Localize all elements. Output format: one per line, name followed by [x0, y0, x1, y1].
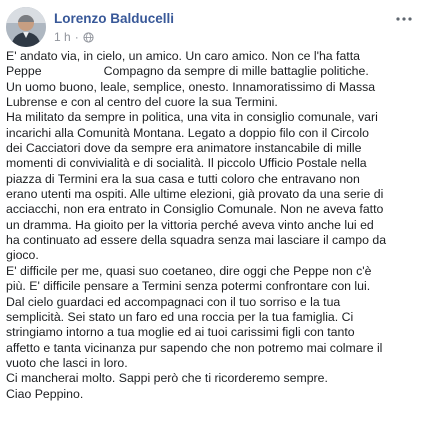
redacted-text: [42, 65, 104, 75]
post-line: un dramma. Ha gioito per la vittoria per…: [6, 217, 374, 232]
post-line: piazza di Termini era la sua casa e tutt…: [6, 171, 360, 186]
post-line: Ha militato da sempre in politica, una v…: [6, 110, 378, 125]
post-line: affetto e tanta vicinanza pur sapendo ch…: [6, 340, 383, 355]
post-timestamp[interactable]: 1 h: [54, 30, 71, 44]
post-line: ha continuato ad essere della squadra se…: [6, 233, 387, 248]
post-line-start[interactable]: Peppe: [6, 64, 42, 78]
post-header: Lorenzo Balducelli 1 h ·: [6, 6, 417, 47]
post-line-end: Compagno da sempre di mille battaglie po…: [103, 64, 369, 79]
facebook-post: Lorenzo Balducelli 1 h · E' andato via, …: [0, 0, 423, 445]
post-line: vuoto che lasci in loro.: [6, 355, 128, 370]
post-line: Dal cielo guardaci ed accompagnaci con i…: [6, 294, 341, 309]
post-line: semplicità. Sei stato un faro ed una roc…: [6, 309, 354, 324]
post-line: gioco.: [6, 248, 39, 263]
post-line: dei Cacciatori dove da sempre era animat…: [6, 141, 362, 156]
post-line: più. E' difficile pensare a Termini senz…: [6, 279, 371, 294]
post-line: Ciao Peppino.: [6, 386, 84, 401]
post-line: E' difficile per me, quasi suo coetaneo,…: [6, 263, 372, 278]
post-line: acciacchi, non era entrato in Consiglio …: [6, 202, 384, 217]
avatar-photo: [6, 7, 46, 47]
post-line: Ci mancherai molto. Sappi però che ti ri…: [6, 371, 328, 386]
post-line: Un uomo buono, leale, semplice, onesto. …: [6, 79, 376, 94]
post-line: erano utenti ma ospiti. Alle ultime elez…: [6, 187, 384, 202]
post-line: incarichi alla Comunità Montana. Legato …: [6, 125, 369, 140]
globe-icon: [83, 31, 94, 43]
post-meta: 1 h ·: [54, 30, 94, 44]
post-line: E' andato via, in cielo, un amico. Un ca…: [6, 49, 360, 63]
avatar[interactable]: [6, 7, 46, 47]
author-name[interactable]: Lorenzo Balducelli: [54, 11, 174, 26]
post-line: momenti di convivialità e di socialità. …: [6, 156, 367, 171]
meta-separator: ·: [74, 30, 79, 44]
post-body: E' andato via, in cielo, un amico. Un ca…: [6, 49, 418, 402]
post-line: Lubrense e con al centro del cuore la su…: [6, 95, 278, 110]
more-options-icon[interactable]: [393, 11, 415, 27]
post-line: Peppe Compagno da sempre di mille battagl…: [6, 64, 418, 79]
post-line: stringiamo intorno a tua moglie ed ai tu…: [6, 325, 355, 340]
